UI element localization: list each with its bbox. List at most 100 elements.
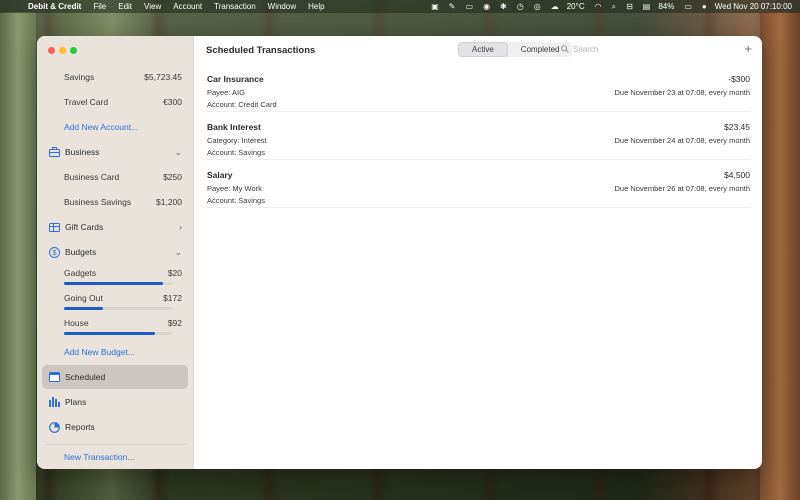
weather-temperature[interactable]: 20°C — [567, 2, 585, 11]
menu-file[interactable]: File — [93, 2, 106, 11]
table-row[interactable]: Salary $4,500 Payee: My Work Due Novembe… — [206, 160, 751, 208]
account-balance: $1,200 — [156, 197, 182, 207]
menu-edit[interactable]: Edit — [118, 2, 132, 11]
chevron-down-icon[interactable]: ⌄ — [174, 247, 182, 258]
transaction-due: Due November 26 at 07:08, every month — [614, 184, 751, 193]
sidebar-item-plans[interactable]: Plans — [37, 393, 194, 411]
transaction-amount: -$300 — [728, 74, 750, 84]
transaction-detail: Payee: My Work — [207, 184, 262, 193]
flag-icon[interactable]: ▤ — [643, 2, 651, 11]
nav-label: Plans — [65, 397, 87, 407]
account-label: Savings — [64, 72, 95, 82]
budget-progress-fill — [64, 282, 164, 285]
wallpaper-tree-left — [0, 12, 36, 500]
sidebar-item-reports[interactable]: Reports — [37, 418, 194, 436]
add-budget-label: Add New Budget... — [64, 347, 135, 357]
search-icon — [561, 44, 569, 55]
budget-amount: $172 — [163, 293, 182, 303]
toolbar: Scheduled Transactions Active Completed … — [194, 36, 762, 64]
page-title: Scheduled Transactions — [206, 44, 316, 56]
gift-card-icon — [48, 221, 60, 233]
transaction-detail: Payee: AIG — [207, 88, 245, 97]
sidebar-budget-going-out[interactable]: Going Out $172 — [37, 289, 194, 307]
search-placeholder: Search — [573, 45, 599, 54]
sidebar-item-scheduled[interactable]: Scheduled — [42, 365, 188, 389]
status-area: ▣ ✎ ▭ ◉ ✱ ◷ ◎ ☁ 20°C ◠ ⌕ ⊟ ▤ 84% ▭ ● Wed… — [421, 2, 792, 12]
budget-progress-bar — [64, 307, 172, 310]
menu-clock[interactable]: Wed Nov 20 07:10:00 — [715, 2, 792, 11]
notes-icon[interactable]: ▣ — [431, 2, 439, 11]
sidebar-account-travel-card[interactable]: Travel Card €300 — [37, 93, 194, 111]
add-new-budget-link[interactable]: Add New Budget... — [37, 343, 194, 361]
table-row[interactable]: Car Insurance -$300 Payee: AIG Due Novem… — [206, 64, 751, 112]
menu-window[interactable]: Window — [268, 2, 296, 11]
briefcase-icon — [48, 146, 60, 158]
wifi-icon[interactable]: ◠ — [595, 2, 602, 11]
dollar-circle-icon: $ — [48, 246, 60, 258]
transaction-amount: $23.45 — [724, 122, 750, 132]
transaction-amount: $4,500 — [724, 170, 750, 180]
budget-amount: $20 — [167, 268, 182, 278]
transaction-due: Due November 24 at 07:08, every month — [614, 136, 751, 145]
menu-account[interactable]: Account — [173, 2, 202, 11]
user-icon[interactable]: ◎ — [534, 2, 541, 11]
new-transaction-button[interactable]: New Transaction... — [37, 448, 194, 466]
battery-icon[interactable]: ▭ — [684, 2, 692, 11]
minimize-window-button[interactable] — [59, 47, 66, 54]
app-window: Savings $5,723.45 Travel Card €300 Add N… — [37, 36, 762, 469]
new-transaction-label: New Transaction... — [64, 452, 135, 462]
paperclip-icon[interactable]: ✎ — [449, 2, 456, 11]
sidebar-account-business-card[interactable]: Business Card $250 — [37, 168, 194, 186]
menu-bar: Debit & Credit File Edit View Account Tr… — [0, 0, 800, 13]
chevron-down-icon[interactable]: ⌄ — [174, 147, 182, 158]
budget-progress-bar — [64, 282, 172, 285]
sidebar-group-business[interactable]: Business ⌄ — [37, 143, 194, 161]
budget-amount: $92 — [167, 318, 182, 328]
group-label: Gift Cards — [65, 222, 104, 232]
add-new-account-link[interactable]: Add New Account... — [37, 118, 194, 136]
keyboard-icon[interactable]: ▭ — [466, 2, 474, 11]
weather-icon[interactable]: ☁ — [551, 2, 559, 11]
time-machine-icon[interactable]: ◷ — [517, 2, 524, 11]
control-center-icon[interactable]: ⊟ — [626, 2, 633, 11]
nav-label: Scheduled — [65, 372, 106, 382]
menu-view[interactable]: View — [144, 2, 161, 11]
chevron-right-icon[interactable]: › — [179, 222, 182, 232]
budget-label: House — [64, 318, 89, 328]
window-controls — [48, 47, 77, 54]
sidebar-account-savings[interactable]: Savings $5,723.45 — [37, 68, 194, 86]
scheduled-transactions-list: Car Insurance -$300 Payee: AIG Due Novem… — [194, 64, 762, 208]
zoom-window-button[interactable] — [70, 47, 77, 54]
sidebar-group-gift-cards[interactable]: Gift Cards › — [37, 218, 194, 236]
transaction-due: Due November 23 at 07:08, every month — [614, 88, 751, 97]
sidebar-account-business-savings[interactable]: Business Savings $1,200 — [37, 193, 194, 211]
bluetooth-icon[interactable]: ✱ — [500, 2, 507, 11]
tab-active[interactable]: Active — [458, 42, 508, 57]
table-row[interactable]: Bank Interest $23.45 Category: Interest … — [206, 112, 751, 160]
transaction-account: Account: Savings — [207, 196, 265, 205]
vpn-icon[interactable]: ◉ — [483, 2, 490, 11]
battery-percent[interactable]: 84% — [658, 2, 674, 11]
menu-transaction[interactable]: Transaction — [214, 2, 256, 11]
bar-chart-icon — [48, 396, 60, 408]
search-field[interactable]: Search — [556, 42, 728, 57]
spotlight-search-icon[interactable]: ⌕ — [612, 2, 616, 12]
main-content: Scheduled Transactions Active Completed … — [194, 36, 762, 469]
sidebar-budget-house[interactable]: House $92 — [37, 314, 194, 332]
wallpaper-tree-right — [760, 12, 800, 500]
add-scheduled-transaction-button[interactable]: + — [744, 41, 752, 56]
transaction-account: Account: Savings — [207, 148, 265, 157]
add-account-label: Add New Account... — [64, 122, 139, 132]
sidebar-group-budgets[interactable]: $ Budgets ⌄ — [37, 243, 194, 261]
budget-progress-fill — [64, 332, 155, 335]
budget-label: Gadgets — [64, 268, 97, 278]
calendar-icon — [48, 371, 60, 383]
siri-icon[interactable]: ● — [702, 2, 707, 11]
close-window-button[interactable] — [48, 47, 55, 54]
menu-app-name[interactable]: Debit & Credit — [28, 2, 81, 11]
sidebar-budget-gadgets[interactable]: Gadgets $20 — [37, 264, 194, 282]
account-balance: $5,723.45 — [144, 72, 182, 82]
transaction-detail: Category: Interest — [207, 136, 267, 145]
transaction-name: Salary — [207, 170, 233, 180]
menu-help[interactable]: Help — [308, 2, 324, 11]
